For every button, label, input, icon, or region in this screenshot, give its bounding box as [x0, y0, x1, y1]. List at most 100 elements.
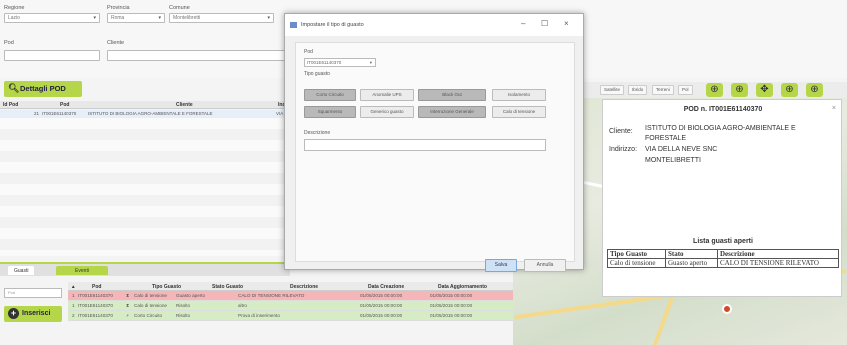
- cell-cliente: ISTITUTO DI BIOLOGIA AGRO-AMBIENTALE E F…: [88, 111, 213, 116]
- pod-table-header: Id Pod Pod Cliente Ind: [0, 101, 290, 109]
- minimize-icon[interactable]: –: [521, 19, 525, 28]
- chevron-down-icon: ▾: [93, 15, 96, 21]
- cell-pod: IT001E61140370: [78, 293, 113, 298]
- type-interruzione-generale-button[interactable]: Interruzione Generale: [418, 106, 486, 118]
- type-squarmento-button[interactable]: Squarmento: [304, 106, 356, 118]
- cell-ind: VIA: [276, 111, 284, 116]
- type-black-out-button[interactable]: Black Out: [418, 89, 486, 101]
- hourglass-icon: ⧗: [126, 303, 130, 308]
- col-stato: Stato: [665, 249, 718, 259]
- target-icon[interactable]: ⊕: [781, 83, 798, 97]
- map-pin-icon[interactable]: [722, 304, 732, 314]
- type-calo-di-tensione-button[interactable]: Calo di tensione: [492, 106, 546, 118]
- dettagli-pod-label: Dettagli POD: [20, 84, 66, 93]
- close-icon[interactable]: ×: [564, 19, 569, 28]
- cliente-value-2: FORESTALE: [645, 135, 687, 142]
- hourglass-icon: ⧗: [126, 293, 130, 298]
- move-icon[interactable]: ✥: [756, 83, 773, 97]
- col-data-aggiornamento: Data Aggiornamento: [438, 284, 487, 290]
- indirizzo-value: VIA DELLA NEVE SNC: [645, 146, 718, 153]
- col-data-creazione: Data Creazione: [368, 284, 405, 290]
- lista-guasti-table: Tipo Guasto Stato Descrizione Calo di te…: [607, 249, 839, 268]
- cell-pod: IT001E61140370: [78, 303, 113, 308]
- ibrido-button[interactable]: Ibrido: [628, 85, 648, 95]
- target-icon[interactable]: ⊕: [706, 83, 723, 97]
- plus-icon: +: [8, 308, 19, 319]
- cell-creazione: 01/05/2015 00:00:00: [360, 313, 403, 318]
- type-generico-guasto-button[interactable]: Generico guasto: [360, 106, 414, 118]
- salva-button[interactable]: Salva: [485, 259, 517, 272]
- pod-input[interactable]: [4, 50, 100, 61]
- dialog-body: Pod IT001E61140370 ▾ Tipo guasto Corto Ci…: [295, 42, 575, 272]
- descrizione-label: Descrizione: [304, 130, 331, 136]
- col-stato-guasto: Stato Guasto: [212, 284, 244, 290]
- cell-tipo: Calo di tensione: [134, 293, 167, 298]
- col-pod: Pod: [60, 102, 70, 108]
- cell-descr: altro: [238, 303, 247, 308]
- popup-title: POD n. IT001E61140370: [683, 106, 763, 113]
- cell-stato: Guasto aperto: [665, 258, 718, 268]
- tab-guasti[interactable]: Guasti: [8, 266, 35, 275]
- chevron-down-icon: ▾: [369, 60, 372, 65]
- regione-value: Lazio: [8, 15, 20, 21]
- cell-tipo: Calo di tensione: [607, 258, 666, 268]
- indirizzo-label: Indirizzo:: [609, 146, 638, 153]
- target-icon[interactable]: ⊕: [806, 83, 823, 97]
- cell-aggiornamento: 01/05/2015 00:00:00: [430, 303, 473, 308]
- target-icon[interactable]: ⊕: [731, 83, 748, 97]
- cell-descrizione: CALO DI TENSIONE RILEVATO: [717, 258, 839, 268]
- cell-stato: Risolto: [176, 303, 191, 308]
- cell-creazione: 01/05/2015 00:00:00: [360, 303, 403, 308]
- type-isolamento-button[interactable]: Isolamento: [492, 89, 546, 101]
- cell-descr: Prova di inserimento: [238, 313, 280, 318]
- provincia-value: Roma: [111, 15, 125, 21]
- cell-descr: CALO DI TENSIONE RILEVATO: [238, 293, 305, 298]
- dialog-title: Impostare il tipo di guasto: [301, 22, 364, 28]
- table-row[interactable]: 21 IT001E61140370 ISTITUTO DI BIOLOGIA A…: [0, 110, 290, 118]
- col-descrizione: Descrizione: [290, 284, 319, 290]
- descrizione-input[interactable]: [304, 139, 546, 151]
- type-anomalie-ups-button[interactable]: Anomalie UPS: [360, 89, 414, 101]
- dettagli-pod-button[interactable]: 🔍︎ Dettagli POD: [4, 81, 82, 97]
- provincia-label: Provincia: [107, 5, 130, 11]
- col-cliente: Cliente: [176, 102, 193, 108]
- cell-aggiornamento: 01/05/2015 00:00:00: [430, 293, 473, 298]
- comune-select[interactable]: Montelibretti ▾: [169, 13, 274, 23]
- regione-label: Regione: [4, 5, 25, 11]
- cell-pod: IT001E61140370: [78, 313, 113, 318]
- pol-button[interactable]: Pol: [678, 85, 693, 95]
- maximize-icon[interactable]: ☐: [541, 19, 548, 28]
- provincia-select[interactable]: Roma ▾: [107, 13, 165, 23]
- table-row[interactable]: 1 IT001E61140370 ⧗ Calo di tensione Guas…: [68, 291, 513, 301]
- regione-select[interactable]: Lazio ▾: [4, 13, 100, 23]
- cell-aggiornamento: 01/05/2015 00:00:00: [430, 313, 473, 318]
- cell-tipo: Calo di tensione: [134, 303, 167, 308]
- lightning-icon: ⚡︎: [126, 313, 130, 318]
- cell-n: 1: [72, 293, 75, 298]
- cliente-input[interactable]: [107, 50, 287, 61]
- table-row[interactable]: 1 IT001E61140370 ⧗ Calo di tensione Riso…: [68, 301, 513, 311]
- satellite-button[interactable]: Satellite: [600, 85, 625, 95]
- tipo-guasto-dialog: Impostare il tipo di guasto – ☐ × Pod IT…: [284, 13, 584, 272]
- col-pod: Pod: [92, 284, 102, 290]
- tab-eventi[interactable]: Eventi: [56, 266, 108, 275]
- comune-label: Comune: [169, 5, 190, 11]
- terreni-button[interactable]: Terreni: [652, 85, 674, 95]
- guasti-pod-filter[interactable]: Pod: [4, 288, 62, 298]
- cell-stato: Guasto aperto: [176, 293, 206, 298]
- inserisci-label: Inserisci: [22, 310, 51, 317]
- col-id-pod: Id Pod: [3, 102, 19, 108]
- dialog-pod-select[interactable]: IT001E61140370 ▾: [304, 58, 376, 67]
- type-corto-circuito-button[interactable]: Corto Circuito: [304, 89, 356, 101]
- col-tipo-guasto: Tipo Guasto: [152, 284, 182, 290]
- bottom-tabs: Guasti Eventi: [0, 262, 290, 276]
- annulla-button[interactable]: Annulla: [524, 259, 566, 272]
- inserisci-button[interactable]: + Inserisci: [4, 306, 62, 322]
- cell-n: 2: [72, 313, 75, 318]
- table-row[interactable]: 2 IT001E61140370 ⚡︎ Corto Circuito Risol…: [68, 311, 513, 321]
- tipo-guasto-label: Tipo guasto: [304, 71, 330, 77]
- col-tipo-guasto: Tipo Guasto: [607, 249, 666, 259]
- close-icon[interactable]: ×: [832, 105, 836, 112]
- map-toolbar: Satellite Ibrido Terreni Pol ⊕ ⊕ ✥ ⊕ ⊕: [578, 82, 847, 98]
- guasti-table-header: ▴ Pod Tipo Guasto Stato Guasto Descrizio…: [68, 282, 513, 291]
